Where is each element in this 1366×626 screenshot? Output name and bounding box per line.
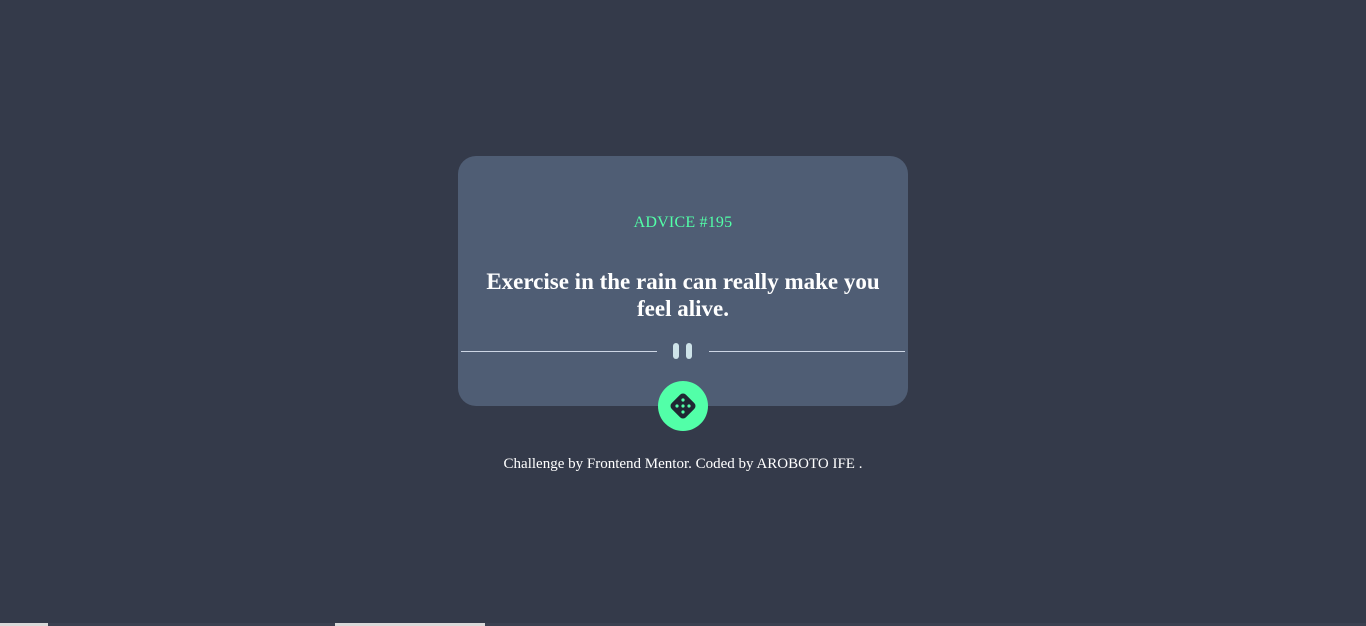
frontend-mentor-link[interactable]: Frontend Mentor <box>587 456 688 472</box>
page: ADVICE #195 Exercise in the rain can rea… <box>0 0 1366 626</box>
attribution-middle: . Coded by <box>688 456 757 472</box>
divider-line-left <box>461 351 657 352</box>
author-link[interactable]: AROBOTO IFE <box>756 456 854 472</box>
attribution: Challenge by Frontend Mentor. Coded by A… <box>0 456 1366 473</box>
dice-icon <box>670 393 696 419</box>
attribution-prefix: Challenge by <box>503 456 587 472</box>
divider-line-right <box>709 351 905 352</box>
advice-card: ADVICE #195 Exercise in the rain can rea… <box>458 156 908 406</box>
generate-advice-button[interactable] <box>658 381 708 431</box>
attribution-suffix: . <box>854 456 863 472</box>
advice-number: ADVICE #195 <box>633 214 733 231</box>
pattern-divider <box>461 342 905 360</box>
advice-quote: Exercise in the rain can really make you… <box>486 269 880 321</box>
pause-icon <box>673 343 693 359</box>
